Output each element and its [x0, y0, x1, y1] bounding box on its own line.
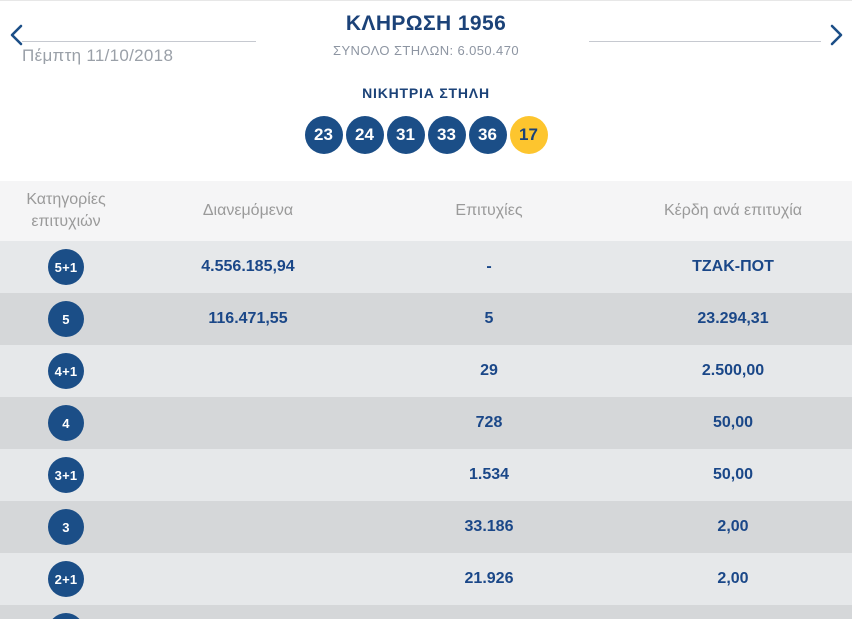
joker-number-ball: 17 [509, 116, 548, 154]
chevron-left-icon [10, 24, 23, 46]
table-row: 3 33.186 2,00 [0, 501, 852, 553]
category-badge: 2+1 [48, 561, 84, 597]
header-divider-right [589, 41, 821, 42]
category-badge: 5+1 [48, 249, 84, 285]
winners-value: - [486, 258, 492, 275]
chevron-right-icon [830, 24, 843, 46]
category-badge [48, 613, 84, 619]
table-row: 2+1 21.926 2,00 [0, 553, 852, 605]
winners-value: 29 [480, 362, 498, 379]
table-row: 5+1 4.556.185,94 - ΤΖΑΚ-ΠΟΤ [0, 241, 852, 293]
header-winners: Επιτυχίες [455, 202, 523, 220]
winning-number-ball: 33 [427, 116, 466, 154]
winning-number-ball: 23 [304, 116, 343, 154]
table-row: 4+1 29 2.500,00 [0, 345, 852, 397]
prize-value: 2,00 [717, 570, 749, 587]
winning-number-ball: 36 [468, 116, 507, 154]
prize-value: ΤΖΑΚ-ΠΟΤ [692, 258, 774, 275]
prize-value: 50,00 [712, 466, 754, 483]
draw-date: Πέμπτη 11/10/2018 [22, 46, 174, 65]
winners-value: 21.926 [464, 570, 514, 587]
category-badge: 3+1 [48, 457, 84, 493]
category-badge: 5 [48, 301, 84, 337]
draw-header: Πέμπτη 11/10/2018 ΚΛΗΡΩΣΗ 1956 ΣΥΝΟΛΟ ΣΤ… [0, 1, 852, 181]
category-badge: 4+1 [48, 353, 84, 389]
winners-value: 33.186 [464, 518, 514, 535]
winning-number-ball: 31 [386, 116, 425, 154]
results-table: Κατηγορίες επιτυχιών Διανεμόμενα Επιτυχί… [0, 181, 852, 619]
winning-numbers: 23 24 31 33 36 17 [0, 116, 852, 154]
distributed-value: 4.556.185,94 [201, 258, 295, 275]
distributed-value: 116.471,55 [208, 310, 288, 327]
category-badge: 4 [48, 405, 84, 441]
table-row: 3+1 1.534 50,00 [0, 449, 852, 501]
winners-value: 728 [475, 414, 503, 431]
next-draw-button[interactable] [825, 23, 847, 47]
winners-value: 1.534 [468, 466, 510, 483]
winning-column-heading: ΝΙΚΗΤΡΙΑ ΣΤΗΛΗ [362, 85, 490, 101]
winners-value: 5 [484, 310, 494, 327]
prize-value: 2,00 [717, 518, 749, 535]
prize-value: 23.294,31 [697, 310, 769, 327]
header-prize: Κέρδη ανά επιτυχία [663, 202, 803, 220]
header-distributed: Διανεμόμενα [202, 202, 294, 220]
prize-value: 2.500,00 [701, 362, 765, 379]
table-row: 5 116.471,55 5 23.294,31 [0, 293, 852, 345]
header-categories: Κατηγορίες επιτυχιών [26, 191, 106, 230]
draw-title: ΚΛΗΡΩΣΗ 1956 [345, 12, 507, 35]
table-header-row: Κατηγορίες επιτυχιών Διανεμόμενα Επιτυχί… [0, 181, 852, 241]
draw-results-page: Πέμπτη 11/10/2018 ΚΛΗΡΩΣΗ 1956 ΣΥΝΟΛΟ ΣΤ… [0, 0, 852, 619]
previous-draw-button[interactable] [5, 23, 27, 47]
category-badge: 3 [48, 509, 84, 545]
prize-value: 50,00 [712, 414, 754, 431]
header-divider-left [22, 41, 256, 42]
table-row [0, 605, 852, 619]
table-row: 4 728 50,00 [0, 397, 852, 449]
winning-number-ball: 24 [345, 116, 384, 154]
